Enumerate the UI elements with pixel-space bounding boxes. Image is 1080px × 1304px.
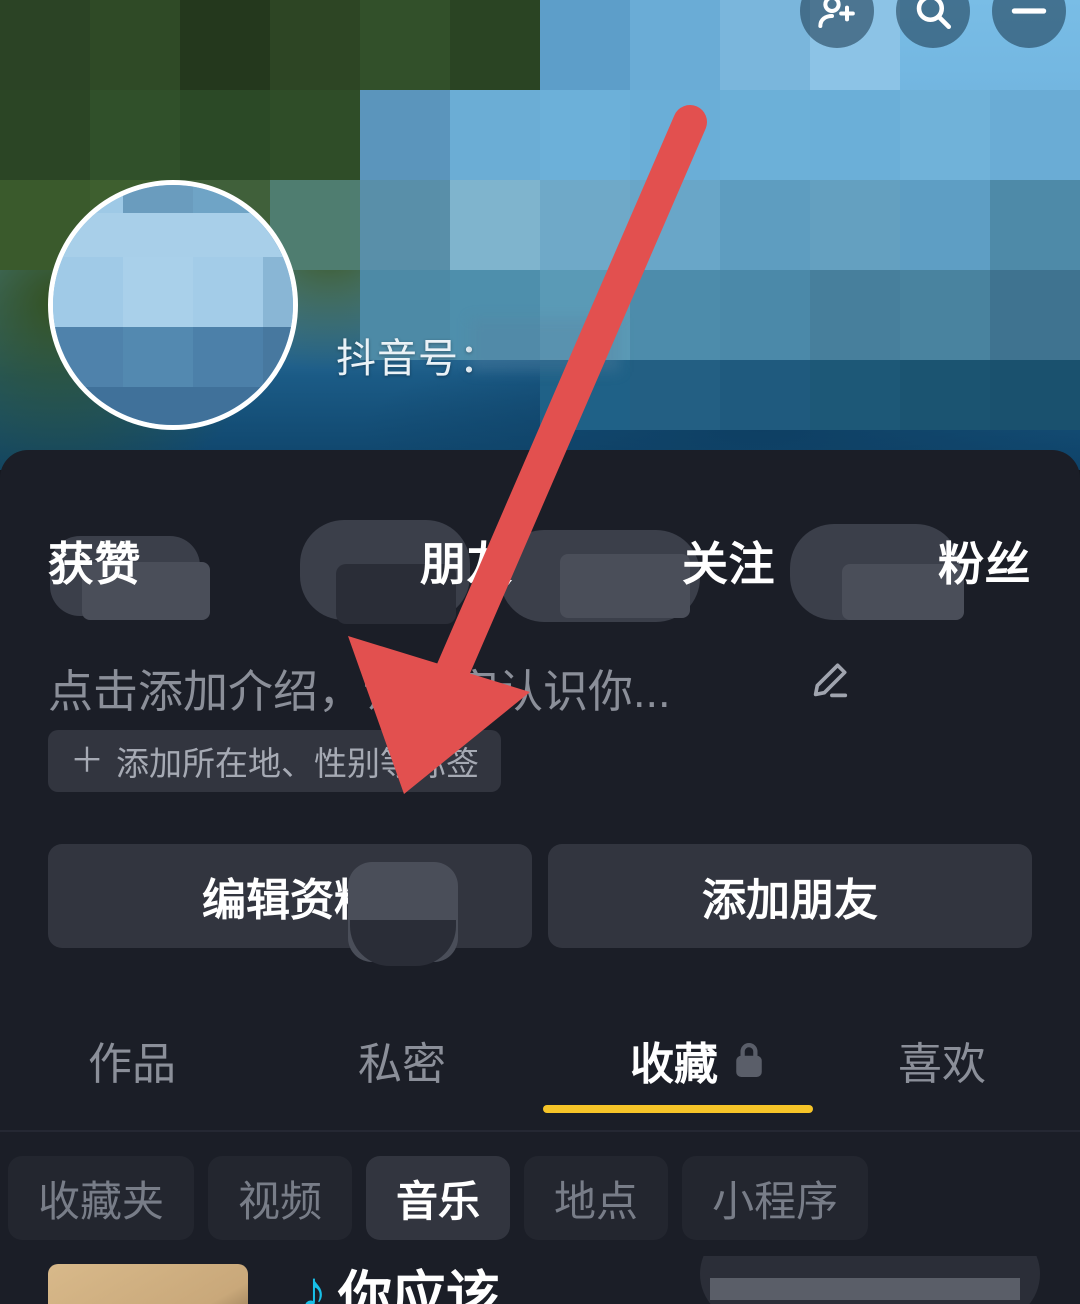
douyin-profile-screen: 抖音号： 获赞 朋友 关注 粉丝 点击添加介绍，让大家认识你... ＋ 添加所在… [0, 0, 1080, 1304]
stat-followers-label: 粉丝 [938, 538, 1031, 590]
chip-videos-label: 视频 [238, 1177, 323, 1225]
douyin-id-redaction [470, 318, 620, 372]
profile-panel: 获赞 朋友 关注 粉丝 点击添加介绍，让大家认识你... ＋ 添加所在地、性别等… [0, 450, 1080, 1304]
tab-works-label: 作品 [88, 1040, 176, 1089]
profile-banner: 抖音号： [0, 0, 1080, 470]
add-friend-icon-button[interactable] [800, 0, 874, 48]
avatar[interactable] [48, 180, 298, 430]
pencil-icon [813, 663, 848, 698]
music-list-item[interactable]: ♪ 你应该 [0, 1256, 1080, 1304]
tab-private[interactable]: 私密 [358, 1028, 446, 1092]
chip-miniapps-label: 小程序 [712, 1177, 839, 1225]
stat-likes-label: 获赞 [48, 538, 141, 590]
filter-chips: 收藏夹 视频 音乐 地点 小程序 [0, 1146, 1080, 1250]
bio-edit-button[interactable] [806, 658, 852, 709]
chip-videos[interactable]: 视频 [208, 1156, 353, 1240]
add-friend-icon [818, 0, 855, 28]
bio-placeholder[interactable]: 点击添加介绍，让大家认识你... [48, 655, 671, 720]
stat-friends[interactable]: 朋友 [420, 528, 513, 594]
plus-icon: ＋ [70, 742, 104, 780]
search-button[interactable] [896, 0, 970, 48]
stat-following-label: 关注 [682, 538, 775, 590]
music-thumbnail [48, 1264, 248, 1304]
tab-favorites-label: 收藏 [630, 1040, 718, 1089]
chip-folders-label: 收藏夹 [38, 1177, 165, 1225]
stat-friends-label: 朋友 [420, 538, 513, 590]
stat-followers[interactable]: 粉丝 [938, 528, 1031, 594]
header-actions [800, 0, 1066, 48]
tab-works[interactable]: 作品 [88, 1028, 176, 1092]
stats-row: 获赞 朋友 关注 粉丝 [0, 508, 1080, 624]
tab-likes[interactable]: 喜欢 [898, 1028, 986, 1092]
menu-button[interactable] [992, 0, 1066, 48]
chip-music[interactable]: 音乐 [366, 1156, 511, 1240]
search-icon [916, 0, 952, 30]
music-title-redaction-2 [710, 1278, 1020, 1300]
chip-music-label: 音乐 [396, 1177, 481, 1225]
tab-likes-label: 喜欢 [898, 1040, 986, 1089]
music-title: 你应该 [338, 1267, 500, 1304]
stat-following[interactable]: 关注 [682, 528, 775, 594]
tab-favorites[interactable]: 收藏 [630, 1028, 766, 1092]
stat-likes[interactable]: 获赞 [48, 528, 141, 594]
add-friend-label: 添加朋友 [702, 876, 878, 925]
tab-private-label: 私密 [358, 1040, 446, 1089]
action-buttons: 编辑资料 添加朋友 [48, 844, 1032, 966]
chip-locations[interactable]: 地点 [524, 1156, 669, 1240]
chip-folders[interactable]: 收藏夹 [8, 1156, 195, 1240]
edit-profile-button[interactable]: 编辑资料 [48, 844, 532, 966]
menu-icon [1011, 8, 1047, 14]
chip-locations-label: 地点 [554, 1177, 639, 1225]
chip-miniapps[interactable]: 小程序 [682, 1156, 869, 1240]
content-tabs: 作品 私密 收藏 喜欢 [0, 1010, 1080, 1128]
tabs-divider [0, 1130, 1080, 1132]
add-tags-label: 添加所在地、性别等标签 [116, 745, 479, 782]
active-tab-underline [543, 1105, 813, 1113]
add-friend-button[interactable]: 添加朋友 [548, 844, 1032, 948]
music-note-icon: ♪ [300, 1261, 327, 1304]
add-tags-button[interactable]: ＋ 添加所在地、性别等标签 [48, 730, 501, 792]
lock-icon [736, 1043, 762, 1077]
